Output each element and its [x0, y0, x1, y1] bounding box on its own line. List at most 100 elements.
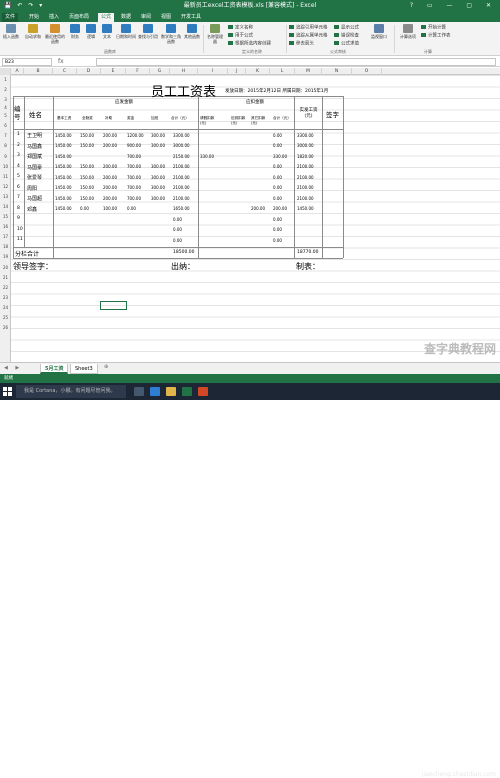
- salary-cell[interactable]: 2100.00: [297, 175, 314, 180]
- salary-cell[interactable]: 200.00: [103, 175, 117, 180]
- row-header[interactable]: 24: [0, 305, 11, 310]
- tab-page-layout[interactable]: 页面布局: [66, 13, 92, 22]
- column-header[interactable]: D: [77, 68, 101, 75]
- salary-cell[interactable]: 0.00: [273, 227, 282, 232]
- show-formulas-button[interactable]: 显示公式: [334, 25, 359, 32]
- row-header[interactable]: 22: [0, 285, 11, 290]
- salary-cell[interactable]: 200.00: [103, 143, 117, 148]
- row-header[interactable]: 5: [0, 113, 11, 118]
- calculate-sheet-button[interactable]: 计算工作表: [421, 33, 451, 40]
- row-header[interactable]: 8: [0, 143, 11, 148]
- trace-dependents-button[interactable]: 追踪从属单元格: [289, 33, 328, 40]
- salary-cell[interactable]: 150.00: [80, 143, 94, 148]
- salary-cell[interactable]: 0.00: [273, 133, 282, 138]
- salary-cell[interactable]: 3300.00: [297, 133, 314, 138]
- salary-cell[interactable]: 150.00: [80, 164, 94, 169]
- row-header[interactable]: 18: [0, 244, 11, 249]
- column-header[interactable]: I: [198, 68, 228, 75]
- row-header[interactable]: 26: [0, 325, 11, 330]
- salary-cell[interactable]: 0.00: [273, 217, 282, 222]
- salary-cell[interactable]: 2100.00: [173, 196, 190, 201]
- windows-start-icon[interactable]: [3, 387, 13, 397]
- column-header[interactable]: F: [126, 68, 150, 75]
- column-header[interactable]: L: [270, 68, 295, 75]
- logical-button[interactable]: 逻辑: [84, 24, 98, 39]
- salary-cell[interactable]: 2150.00: [173, 154, 190, 159]
- salary-cell[interactable]: 0.00: [80, 206, 89, 211]
- autosum-button[interactable]: 自动求和: [24, 24, 42, 39]
- salary-cell[interactable]: 0.00: [273, 196, 282, 201]
- salary-cell[interactable]: 0.00: [273, 164, 282, 169]
- row-header[interactable]: 17: [0, 234, 11, 239]
- date-time-button[interactable]: 日期和时间: [116, 24, 136, 39]
- financial-button[interactable]: 财务: [68, 24, 82, 39]
- tab-formulas[interactable]: 公式: [98, 13, 115, 22]
- tab-developer[interactable]: 开发工具: [178, 13, 204, 22]
- salary-cell[interactable]: 2100.00: [173, 175, 190, 180]
- create-from-selection-button[interactable]: 根据所选内容创建: [228, 41, 271, 48]
- salary-cell[interactable]: 0.00: [127, 206, 136, 211]
- column-header[interactable]: H: [170, 68, 198, 75]
- row-header[interactable]: 21: [0, 275, 11, 280]
- salary-cell[interactable]: 2100.00: [173, 164, 190, 169]
- row-header[interactable]: 7: [0, 133, 11, 138]
- salary-cell[interactable]: 1450.00: [55, 133, 72, 138]
- salary-cell[interactable]: 700.00: [127, 196, 141, 201]
- row-header[interactable]: 20: [0, 265, 11, 270]
- column-header[interactable]: K: [246, 68, 270, 75]
- row-header[interactable]: 11: [0, 174, 11, 179]
- salary-cell[interactable]: 300.00: [151, 164, 165, 169]
- column-header[interactable]: E: [101, 68, 126, 75]
- salary-cell[interactable]: 1820.00: [297, 154, 314, 159]
- column-header[interactable]: A: [11, 68, 24, 75]
- tab-home[interactable]: 开始: [26, 13, 42, 22]
- row-header[interactable]: 25: [0, 315, 11, 320]
- tab-file[interactable]: 文件: [2, 13, 19, 22]
- salary-cell[interactable]: 200.00: [251, 206, 265, 211]
- salary-cell[interactable]: 1450.00: [55, 206, 72, 211]
- name-manager-button[interactable]: 名称管理器: [206, 24, 224, 44]
- column-header[interactable]: M: [295, 68, 322, 75]
- salary-cell[interactable]: 300.00: [151, 175, 165, 180]
- add-sheet-icon[interactable]: ⊕: [104, 364, 108, 370]
- salary-cell[interactable]: 300.00: [151, 133, 165, 138]
- recent-functions-button[interactable]: 最近使用的函数: [44, 24, 66, 44]
- salary-cell[interactable]: 330.00: [273, 154, 287, 159]
- watch-window-button[interactable]: 监视窗口: [368, 24, 390, 39]
- worksheet-grid[interactable]: 员工工资表 发放日期：2015年2月12日 所属日期：2015年1月 编号 姓名…: [11, 75, 500, 362]
- salary-cell[interactable]: 1450.00: [297, 206, 314, 211]
- row-header[interactable]: 23: [0, 295, 11, 300]
- salary-cell[interactable]: 200.00: [103, 133, 117, 138]
- sheet-tab-sheet3[interactable]: Sheet3: [70, 364, 98, 374]
- tab-view[interactable]: 视图: [158, 13, 174, 22]
- calculation-options-button[interactable]: 计算选项: [398, 24, 418, 39]
- salary-cell[interactable]: 200.00: [103, 196, 117, 201]
- column-header[interactable]: J: [228, 68, 246, 75]
- row-header[interactable]: 9: [0, 154, 11, 159]
- cortana-search-box[interactable]: 我是 Cortana，小娜。有问题尽管问我。: [16, 385, 126, 398]
- row-header[interactable]: 2: [0, 87, 11, 92]
- salary-cell[interactable]: 700.00: [127, 164, 141, 169]
- more-functions-button[interactable]: 其他函数: [184, 24, 200, 39]
- row-header[interactable]: 16: [0, 224, 11, 229]
- salary-cell[interactable]: 150.00: [80, 196, 94, 201]
- salary-cell[interactable]: 2100.00: [297, 196, 314, 201]
- salary-cell[interactable]: 1450.00: [55, 185, 72, 190]
- salary-cell[interactable]: 0.00: [273, 238, 282, 243]
- row-header[interactable]: 15: [0, 214, 11, 219]
- salary-cell[interactable]: 0.00: [173, 227, 182, 232]
- column-header[interactable]: G: [150, 68, 170, 75]
- salary-cell[interactable]: 1450.00: [55, 196, 72, 201]
- use-in-formula-button[interactable]: 用于公式: [228, 33, 253, 40]
- salary-cell[interactable]: 2100.00: [297, 185, 314, 190]
- fx-icon[interactable]: fx: [58, 57, 64, 67]
- select-all-corner[interactable]: [0, 68, 11, 75]
- row-header[interactable]: 12: [0, 184, 11, 189]
- define-name-button[interactable]: 定义名称: [228, 25, 253, 32]
- trace-precedents-button[interactable]: 追踪引用单元格: [289, 25, 328, 32]
- salary-cell[interactable]: 300.00: [151, 196, 165, 201]
- row-header[interactable]: 19: [0, 254, 11, 259]
- salary-cell[interactable]: 150.00: [80, 185, 94, 190]
- active-cell[interactable]: [100, 301, 127, 310]
- salary-cell[interactable]: 0.00: [273, 175, 282, 180]
